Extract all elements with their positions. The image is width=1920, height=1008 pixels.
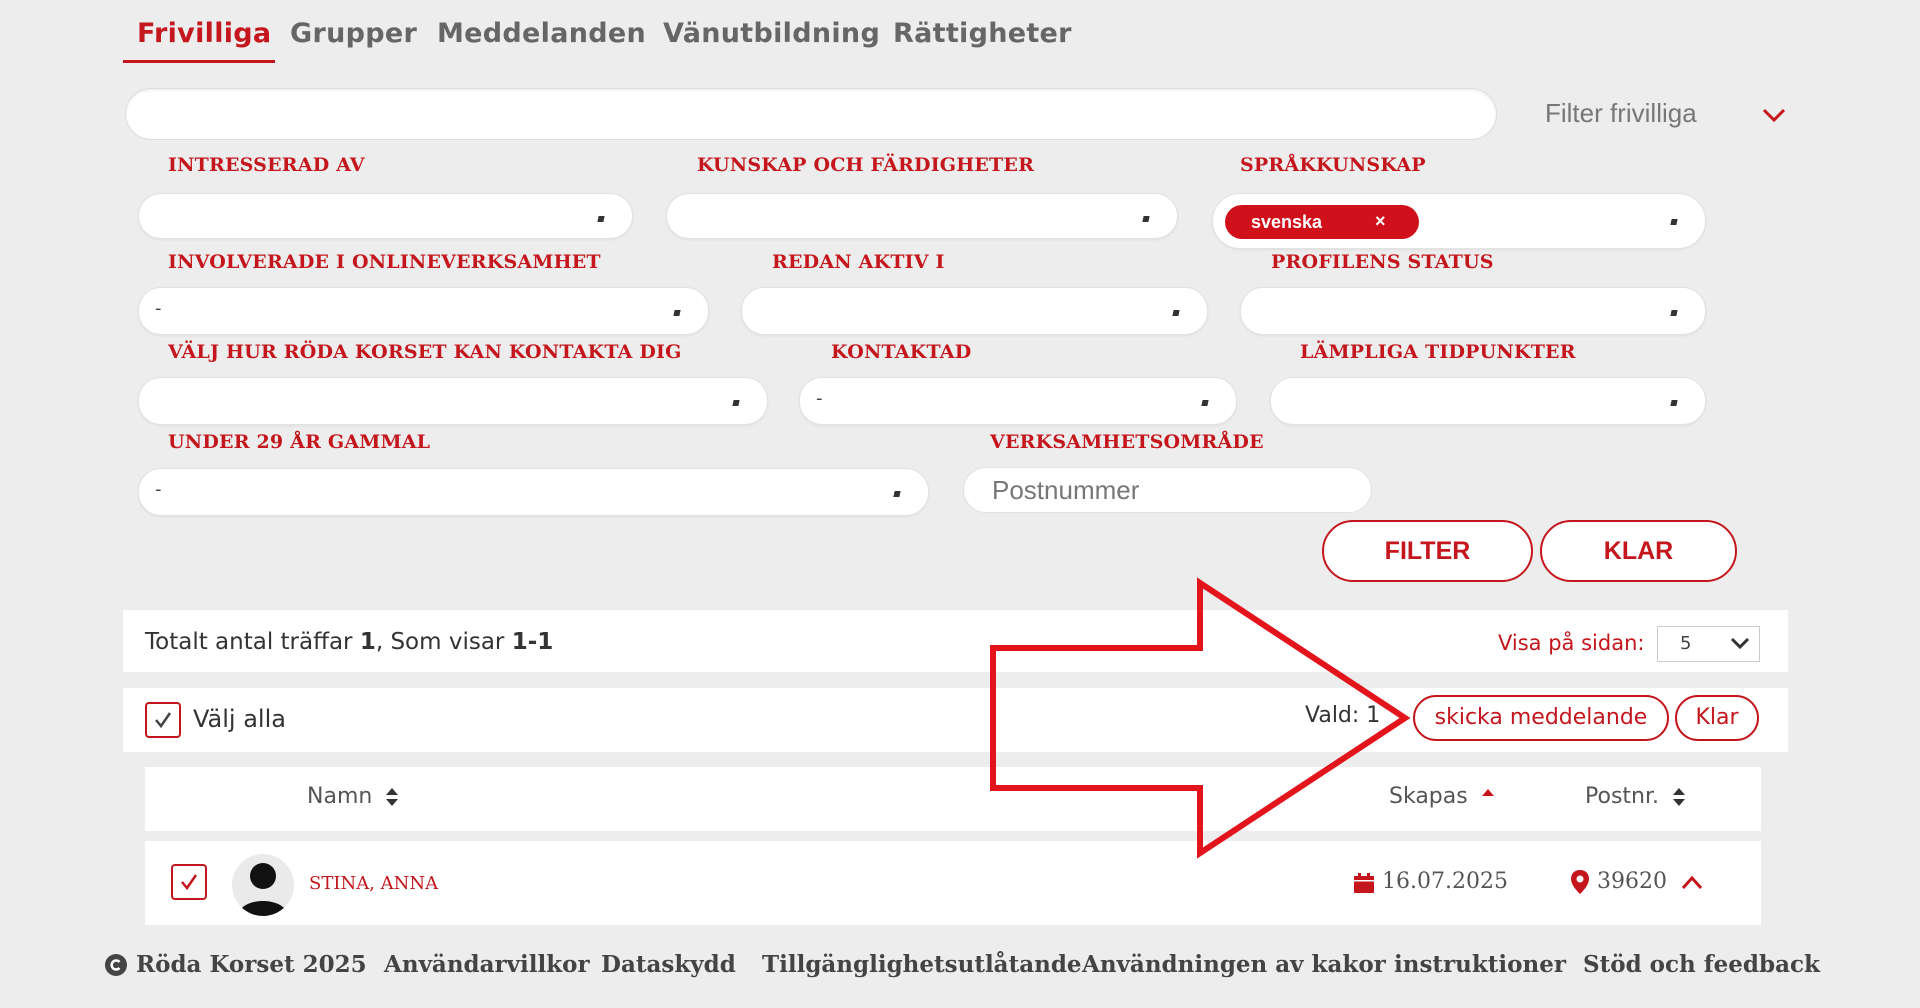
chevron-down-icon [1730,637,1750,650]
select-under29[interactable]: - [138,468,929,516]
postcode-input[interactable]: Postnummer [963,467,1372,513]
active-tab-indicator [123,60,275,63]
results-summary: Totalt antal träffar 1, Som visar 1-1 [145,629,553,655]
dropdown-arrow-icon [1172,310,1180,316]
tab-grupper[interactable]: Grupper [290,18,417,49]
footer-link-tillganglighet[interactable]: Tillgänglighetsutlåtande [762,951,1082,978]
filter-label-profilens-status: PROFILENS STATUS [1271,251,1494,273]
copyright-icon [105,954,127,976]
select-sprakkunskap[interactable]: svenska × [1212,193,1706,249]
tab-vanutbildning[interactable]: Vänutbildning [663,18,880,49]
dropdown-arrow-icon [893,491,901,497]
tab-meddelanden[interactable]: Meddelanden [437,18,646,49]
filter-label-under29: UNDER 29 ÅR GAMMAL [168,431,431,453]
dropdown-arrow-icon [732,400,740,406]
dropdown-arrow-icon [597,216,605,222]
select-tidpunkter[interactable] [1270,377,1706,425]
chevron-down-icon[interactable] [1760,104,1788,126]
row-checkbox[interactable] [171,864,207,900]
sort-icon [1673,788,1685,806]
footer-link-stod[interactable]: Stöd och feedback [1583,951,1820,978]
footer-copyright: Röda Korset 2025 [136,951,367,978]
filter-label-sprakkunskap: SPRÅKKUNSKAP [1240,154,1426,176]
select-kontaktad[interactable]: - [799,377,1237,425]
filter-button[interactable]: FILTER [1322,520,1533,582]
selected-count: Vald: 1 [1305,703,1381,728]
tag-label: svenska [1251,212,1323,232]
select-kontakta[interactable] [138,377,768,425]
avatar [232,854,294,916]
column-label: Namn [307,784,373,809]
results-prefix: Totalt antal träffar [145,629,360,655]
filter-label-involverade: INVOLVERADE I ONLINEVERKSAMHET [168,251,601,273]
filter-toggle-label[interactable]: Filter frivilliga [1545,98,1697,129]
sort-asc-icon [1481,789,1494,796]
clear-filters-button[interactable]: KLAR [1540,520,1737,582]
select-value: - [155,479,162,500]
column-header-name[interactable]: Namn [307,784,399,809]
column-header-postcode[interactable]: Postnr. [1585,784,1686,809]
chevron-up-icon[interactable] [1680,873,1704,891]
tag-remove-icon[interactable]: × [1375,211,1386,232]
filter-label-kontaktad: KONTAKTAD [831,341,972,363]
clear-selection-button[interactable]: Klar [1675,695,1759,741]
checkmark-icon [181,874,198,891]
select-value: - [816,388,823,409]
column-header-created[interactable]: Skapas [1389,784,1495,809]
footer-link-kakor[interactable]: Användningen av kakor [1082,951,1386,978]
search-input[interactable] [125,88,1497,140]
volunteer-name-link[interactable]: STINA, ANNA [309,873,438,894]
user-silhouette-icon [238,863,288,916]
dropdown-arrow-icon [1201,400,1209,406]
select-intresserad[interactable] [138,193,633,239]
results-total: 1 [359,629,376,655]
filter-label-tidpunkter: LÄMPLIGA TIDPUNKTER [1300,341,1576,363]
footer-link-instruktioner[interactable]: instruktioner [1394,951,1566,978]
dropdown-arrow-icon [673,310,681,316]
send-message-button[interactable]: skicka meddelande [1413,695,1669,741]
dropdown-arrow-icon [1670,219,1678,225]
column-label: Postnr. [1585,784,1659,809]
filter-label-kunskap: KUNSKAP OCH FÄRDIGHETER [697,154,1035,176]
dropdown-arrow-icon [1670,400,1678,406]
filter-label-verksamhetsomrade: VERKSAMHETSOMRÅDE [990,431,1264,453]
tab-frivilliga[interactable]: Frivilliga [137,18,271,49]
checkmark-icon [155,712,172,729]
select-kunskap[interactable] [666,193,1178,239]
filter-label-intresserad: INTRESSERAD AV [168,154,365,176]
selected-tag: svenska × [1225,205,1419,239]
select-profilens-status[interactable] [1240,287,1706,335]
dropdown-arrow-icon [1670,310,1678,316]
filter-label-kontakta: VÄLJ HUR RÖDA KORSET KAN KONTAKTA DIG [168,341,682,363]
per-page-label: Visa på sidan: [1498,631,1645,655]
results-middle: , Som visar [375,629,512,655]
footer-link-anvandarvillkor[interactable]: Användarvillkor [384,951,590,978]
calendar-icon [1354,873,1374,893]
tab-rattigheter[interactable]: Rättigheter [893,18,1072,49]
created-date: 16.07.2025 [1382,869,1508,894]
location-pin-icon [1571,870,1589,894]
select-all-label: Välj alla [193,705,286,733]
select-value: - [155,298,162,319]
select-involverade[interactable]: - [138,287,709,335]
postcode-value: 39620 [1597,869,1667,894]
dropdown-arrow-icon [1142,216,1150,222]
results-range: 1-1 [511,629,554,655]
select-all-checkbox[interactable] [145,702,181,738]
filter-label-redan-aktiv: REDAN AKTIV I [772,251,945,273]
sort-icon [386,788,399,806]
column-label: Skapas [1389,784,1468,809]
select-redan-aktiv[interactable] [741,287,1208,335]
footer-link-dataskydd[interactable]: Dataskydd [601,951,736,978]
